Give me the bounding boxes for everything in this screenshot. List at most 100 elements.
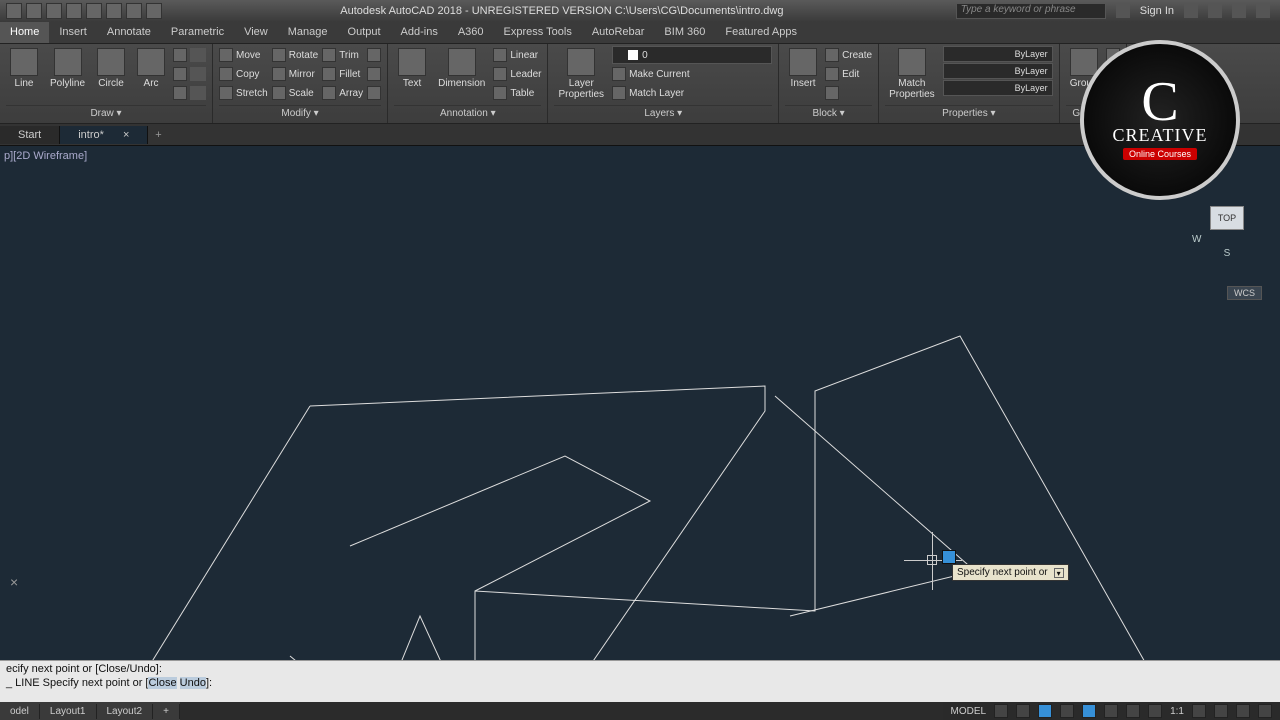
- layout-add[interactable]: +: [153, 704, 180, 719]
- ortho-icon[interactable]: [1038, 704, 1052, 718]
- tab-express[interactable]: Express Tools: [494, 22, 582, 43]
- exchange-icon[interactable]: [1184, 4, 1198, 18]
- new-icon[interactable]: [26, 3, 42, 19]
- scale-button[interactable]: Scale: [272, 84, 318, 102]
- match-layer-button[interactable]: Match Layer: [612, 84, 772, 102]
- layout-model[interactable]: odel: [0, 704, 40, 719]
- close-icon[interactable]: ×: [123, 129, 129, 141]
- leader-button[interactable]: Leader: [493, 65, 541, 83]
- open-icon[interactable]: [46, 3, 62, 19]
- wcs-label[interactable]: WCS: [1227, 286, 1262, 300]
- polyline-button[interactable]: Polyline: [46, 46, 89, 91]
- tab-manage[interactable]: Manage: [278, 22, 338, 43]
- grid-icon[interactable]: [994, 704, 1008, 718]
- tab-parametric[interactable]: Parametric: [161, 22, 234, 43]
- tab-addins[interactable]: Add-ins: [391, 22, 448, 43]
- status-model[interactable]: MODEL: [951, 706, 987, 717]
- table-button[interactable]: Table: [493, 84, 541, 102]
- line-button[interactable]: Line: [6, 46, 42, 91]
- fillet-button[interactable]: Fillet: [322, 65, 363, 83]
- rotate-button[interactable]: Rotate: [272, 46, 318, 64]
- new-tab-button[interactable]: +: [148, 129, 168, 141]
- match-properties-button[interactable]: Match Properties: [885, 46, 939, 102]
- layout-1[interactable]: Layout1: [40, 704, 97, 719]
- layer-dropdown[interactable]: 0: [612, 46, 772, 64]
- infocenter-search[interactable]: Type a keyword or phrase: [956, 3, 1106, 19]
- arc-button[interactable]: Arc: [133, 46, 169, 91]
- otrack-icon[interactable]: [1104, 704, 1118, 718]
- viewcube[interactable]: W TOP S: [1192, 206, 1262, 296]
- modify-extra2[interactable]: [367, 65, 381, 83]
- insert-button[interactable]: Insert: [785, 46, 821, 91]
- cmd-option-undo[interactable]: Undo: [180, 677, 206, 689]
- dimension-button[interactable]: Dimension: [434, 46, 489, 91]
- modify-extra3[interactable]: [367, 84, 381, 102]
- linear-button[interactable]: Linear: [493, 46, 541, 64]
- edit-block-button[interactable]: Edit: [825, 65, 872, 83]
- tab-intro[interactable]: intro* ×: [60, 126, 148, 144]
- tab-view[interactable]: View: [234, 22, 278, 43]
- panel-layers-title[interactable]: Layers ▾: [554, 105, 772, 121]
- signin-label[interactable]: Sign In: [1140, 5, 1174, 17]
- saveas-icon[interactable]: [86, 3, 102, 19]
- status-scale[interactable]: 1:1: [1170, 706, 1184, 717]
- stretch-button[interactable]: Stretch: [219, 84, 268, 102]
- move-button[interactable]: Move: [219, 46, 268, 64]
- options-dropdown-icon[interactable]: ▾: [1054, 568, 1064, 578]
- cmd-option-close[interactable]: Close: [148, 677, 176, 689]
- help-icon[interactable]: [1208, 4, 1222, 18]
- mirror-button[interactable]: Mirror: [272, 65, 318, 83]
- minimize-icon[interactable]: [1232, 4, 1246, 18]
- block-extra[interactable]: [825, 84, 872, 102]
- tab-a360[interactable]: A360: [448, 22, 494, 43]
- text-button[interactable]: Text: [394, 46, 430, 91]
- panel-draw-title[interactable]: Draw ▾: [6, 105, 206, 121]
- redo-icon[interactable]: [146, 3, 162, 19]
- make-current-button[interactable]: Make Current: [612, 65, 772, 83]
- undo-icon[interactable]: [126, 3, 142, 19]
- tab-annotate[interactable]: Annotate: [97, 22, 161, 43]
- save-icon[interactable]: [66, 3, 82, 19]
- snap-icon[interactable]: [1016, 704, 1030, 718]
- drawing-canvas[interactable]: p][2D Wireframe] W TOP S WCS Specify nex…: [0, 146, 1280, 660]
- array-button[interactable]: Array: [322, 84, 363, 102]
- command-line[interactable]: ecify next point or [Close/Undo]: _ LINE…: [0, 660, 1280, 702]
- create-block-button[interactable]: Create: [825, 46, 872, 64]
- layer-properties-button[interactable]: Layer Properties: [554, 46, 608, 102]
- panel-modify-title[interactable]: Modify ▾: [219, 105, 381, 121]
- clean-icon[interactable]: [1236, 704, 1250, 718]
- panel-properties-title[interactable]: Properties ▾: [885, 105, 1053, 121]
- tab-featured[interactable]: Featured Apps: [715, 22, 807, 43]
- modify-extra1[interactable]: [367, 46, 381, 64]
- customize-icon[interactable]: [1258, 704, 1272, 718]
- copy-button[interactable]: Copy: [219, 65, 268, 83]
- color-dropdown[interactable]: ByLayer: [943, 46, 1053, 62]
- signin-icon[interactable]: [1116, 4, 1130, 18]
- tab-bim360[interactable]: BIM 360: [654, 22, 715, 43]
- tab-output[interactable]: Output: [338, 22, 391, 43]
- polar-icon[interactable]: [1060, 704, 1074, 718]
- viewport-label[interactable]: p][2D Wireframe]: [4, 150, 87, 162]
- tab-insert[interactable]: Insert: [49, 22, 97, 43]
- circle-button[interactable]: Circle: [93, 46, 129, 91]
- app-menu-icon[interactable]: [6, 3, 22, 19]
- transparency-icon[interactable]: [1148, 704, 1162, 718]
- lineweight-dropdown[interactable]: ByLayer: [943, 63, 1053, 79]
- layout-2[interactable]: Layout2: [97, 704, 154, 719]
- tab-start[interactable]: Start: [0, 126, 60, 144]
- isolate-icon[interactable]: [1214, 704, 1228, 718]
- tab-home[interactable]: Home: [0, 22, 49, 43]
- viewcube-top[interactable]: TOP: [1210, 206, 1244, 230]
- maximize-icon[interactable]: [1256, 4, 1270, 18]
- trim-button[interactable]: Trim: [322, 46, 363, 64]
- lwt-icon[interactable]: [1126, 704, 1140, 718]
- linetype-dropdown[interactable]: ByLayer: [943, 80, 1053, 96]
- panel-block-title[interactable]: Block ▾: [785, 105, 872, 121]
- draw-extra2[interactable]: [173, 65, 206, 83]
- panel-annotation-title[interactable]: Annotation ▾: [394, 105, 541, 121]
- dynamic-input-box[interactable]: [942, 550, 956, 564]
- plot-icon[interactable]: [106, 3, 122, 19]
- gear-icon[interactable]: [1192, 704, 1206, 718]
- osnap-icon[interactable]: [1082, 704, 1096, 718]
- tab-autorebar[interactable]: AutoRebar: [582, 22, 655, 43]
